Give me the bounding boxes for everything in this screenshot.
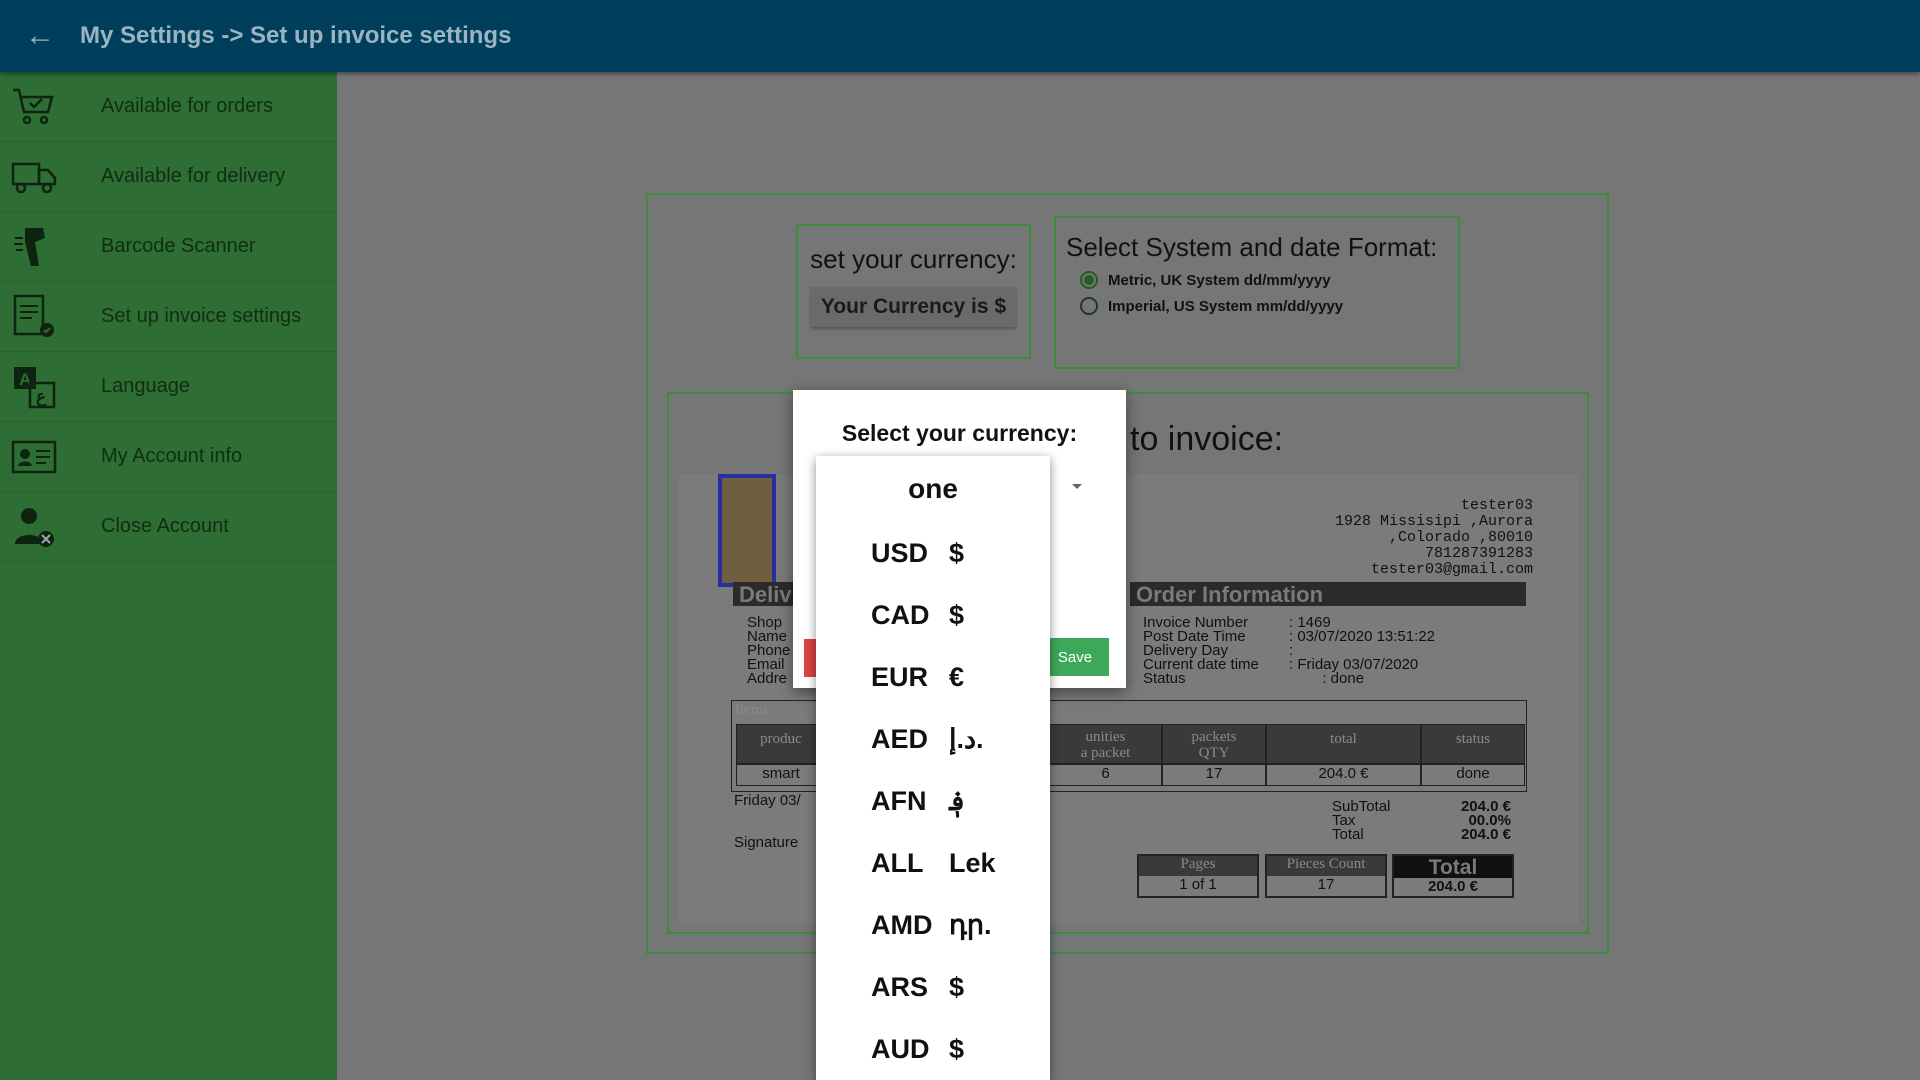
currency-code: EUR — [871, 661, 929, 692]
sidebar-item-my-account-info[interactable]: My Account info — [0, 422, 337, 492]
currency-symbol: $ — [949, 537, 965, 568]
sender-address: tester03 1928 Missisipi ,Aurora ,Colorado … — [1334, 497, 1533, 578]
sidebar-item-label: My Account info — [101, 445, 243, 467]
currency-button[interactable]: Your Currency is $ — [810, 287, 1017, 327]
currency-code: AED — [871, 723, 929, 754]
page-title: My Settings -> Set up invoice settings — [80, 22, 512, 49]
currency-symbol: ؋ — [949, 785, 965, 816]
sidebar-item-available-for-delivery[interactable]: Available for delivery — [0, 142, 337, 212]
order-info-values: : 1469: 03/07/2020 13:51:22:: Friday 03/… — [1289, 614, 1435, 687]
currency-symbol: € — [949, 661, 965, 692]
back-arrow-icon[interactable]: ← — [0, 0, 80, 72]
table-cell: 204.0 € — [1266, 764, 1421, 786]
currency-code: USD — [871, 537, 929, 568]
invoice-settings-icon — [11, 294, 57, 340]
sidebar-item-label: Available for delivery — [101, 165, 286, 187]
sidebar-item-language[interactable]: Aع Language — [0, 352, 337, 422]
order-info-bar: Order Information — [1130, 582, 1526, 607]
radio-metric[interactable]: Metric, UK System dd/mm/yyyy — [1080, 271, 1458, 289]
dropdown-option-eur[interactable]: EUR € — [816, 646, 1050, 708]
currency-code: AMD — [871, 909, 933, 940]
table-cell: smart — [736, 764, 826, 786]
dropdown-option-ars[interactable]: ARS $ — [816, 956, 1050, 1018]
sidebar-item-label: Barcode Scanner — [101, 235, 256, 257]
dropdown-option-afn[interactable]: AFN ؋ — [816, 770, 1050, 832]
sidebar-item-available-for-orders[interactable]: Available for orders — [0, 72, 337, 142]
svg-text:ع: ع — [36, 387, 47, 407]
dropdown-option[interactable]: one — [816, 456, 1050, 522]
currency-symbol: $ — [949, 1033, 965, 1064]
dropdown-caret-icon[interactable] — [1072, 484, 1082, 489]
currency-code: AUD — [871, 1033, 930, 1064]
sidebar-item-close-account[interactable]: Close Account — [0, 492, 337, 562]
invoice-panel-title: to invoice: — [1130, 420, 1284, 458]
sidebar-item-barcode-scanner[interactable]: Barcode Scanner — [0, 212, 337, 282]
invoice-date: Friday 03/ — [734, 792, 801, 809]
radio-imperial-label: Imperial, US System mm/dd/yyyy — [1108, 297, 1344, 315]
order-info-keys: Invoice Number Post Date Time Delivery Day… — [1143, 614, 1259, 687]
radio-metric-label: Metric, UK System dd/mm/yyyy — [1108, 271, 1331, 289]
save-button[interactable]: Save — [1041, 638, 1109, 676]
currency-symbol: $ — [949, 599, 965, 630]
currency-code: CAD — [871, 599, 930, 630]
dropdown-option-aed[interactable]: AED د.إ. — [816, 708, 1050, 770]
currency-symbol: د.إ. — [949, 723, 984, 754]
currency-dropdown-list[interactable]: one USD $ CAD $ EUR € AED د.إ. AFN ؋ ALL Lek A… — [816, 456, 1050, 1080]
total-box: Total 204.0 € — [1392, 854, 1514, 898]
account-card-icon — [11, 434, 57, 480]
dropdown-option-aud[interactable]: AUD $ — [816, 1018, 1050, 1080]
currency-panel: set your currency: Your Currency is $ — [796, 224, 1031, 359]
currency-symbol: դր. — [949, 909, 992, 940]
table-cell: 17 — [1162, 764, 1266, 786]
currency-code: ARS — [871, 971, 929, 1002]
dropdown-option-all[interactable]: ALL Lek — [816, 832, 1050, 894]
totals-keys: SubTotal Tax Total — [1332, 798, 1391, 843]
sidebar-item-label: Language — [101, 375, 190, 397]
pieces-count-box: Pieces Count 17 — [1265, 854, 1387, 898]
app-bar: ← My Settings -> Set up invoice settings — [0, 0, 1920, 72]
radio-unselected-icon[interactable] — [1080, 297, 1098, 315]
table-header: status — [1421, 724, 1525, 764]
sidebar-item-label: Set up invoice settings — [101, 305, 302, 327]
dialog-title: Select your currency: — [841, 420, 1078, 446]
pages-box: Pages 1 of 1 — [1137, 854, 1259, 898]
table-header: produc — [736, 724, 826, 764]
language-icon: Aع — [11, 364, 57, 410]
sidebar: Available for orders Available for deliv… — [0, 72, 337, 1080]
table-header: unities a packet — [1049, 724, 1162, 764]
dropdown-option-usd[interactable]: USD $ — [816, 522, 1050, 584]
table-header: total — [1266, 724, 1421, 764]
user-remove-icon — [11, 504, 57, 550]
currency-code: ALL — [871, 847, 924, 878]
sidebar-item-label: Close Account — [101, 515, 229, 537]
logo-image — [718, 474, 776, 587]
sidebar-item-label: Available for orders — [101, 95, 273, 117]
radio-imperial[interactable]: Imperial, US System mm/dd/yyyy — [1080, 297, 1458, 315]
currency-symbol: Lek — [949, 847, 996, 878]
dropdown-option-cad[interactable]: CAD $ — [816, 584, 1050, 646]
currency-symbol: $ — [949, 971, 965, 1002]
currency-code: AFN — [871, 785, 927, 816]
signature-label: Signature — [734, 834, 799, 851]
table-cell: done — [1421, 764, 1525, 786]
format-panel-label: Select System and date Format: — [1066, 232, 1438, 262]
barcode-scanner-icon — [11, 224, 57, 270]
table-cell: 6 — [1049, 764, 1162, 786]
cart-check-icon — [11, 84, 57, 130]
currency-panel-label: set your currency: — [810, 244, 1017, 274]
radio-selected-icon[interactable] — [1080, 271, 1098, 289]
items-label: Items — [735, 702, 769, 718]
truck-icon — [11, 154, 57, 200]
dropdown-option-amd[interactable]: AMD դր. — [816, 894, 1050, 956]
delivery-labels: Shop Name Phone Email Addre — [747, 614, 791, 687]
totals-values: 204.0 €00.0% 204.0 € — [1460, 798, 1511, 843]
sidebar-item-invoice-settings[interactable]: Set up invoice settings — [0, 282, 337, 352]
table-header: packets QTY — [1162, 724, 1266, 764]
format-panel: Select System and date Format: Metric, U… — [1054, 216, 1460, 369]
